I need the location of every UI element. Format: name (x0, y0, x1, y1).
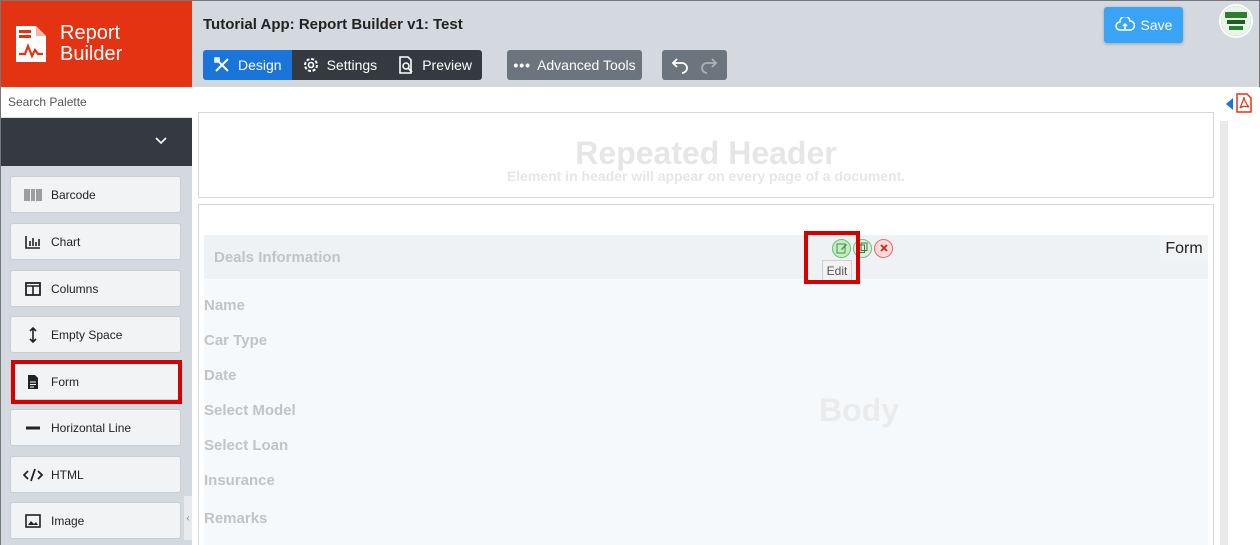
code-icon (22, 468, 44, 482)
palette-item-label: Empty Space (51, 327, 123, 342)
palette-item-label: HTML (51, 467, 84, 482)
palette-item-label: Chart (51, 234, 81, 249)
tab-design-label: Design (238, 57, 282, 73)
barcode-icon (22, 188, 44, 202)
form-element-body[interactable]: Name Car Type Date Select Model Select L… (204, 279, 1208, 545)
design-icon (214, 57, 229, 72)
tab-preview[interactable]: Preview (387, 50, 482, 80)
avatar-image (1221, 6, 1251, 36)
collapse-arrow-icon[interactable] (1226, 98, 1233, 110)
form-field: Date (204, 367, 237, 384)
form-type-tag: Form (1160, 235, 1208, 263)
advanced-tools-label: Advanced Tools (537, 57, 636, 73)
brand-name-line2: Builder (60, 43, 123, 65)
palette-item-label: Barcode (51, 187, 96, 202)
form-field: Insurance (204, 472, 275, 489)
form-field: Select Model (204, 402, 296, 419)
form-field: Select Loan (204, 437, 289, 454)
palette-item-empty-space[interactable]: Empty Space (10, 316, 181, 353)
gear-icon (303, 58, 318, 72)
category-dropdown[interactable] (1, 118, 192, 166)
palette-item-html[interactable]: HTML (10, 456, 181, 493)
tab-design[interactable]: Design (203, 50, 292, 80)
undo-redo-group (662, 50, 727, 80)
tab-settings[interactable]: Settings (291, 50, 388, 80)
palette-item-chart[interactable]: Chart (10, 223, 181, 260)
user-avatar[interactable] (1219, 4, 1253, 38)
mode-tabs: Design Settings Preview (203, 50, 482, 80)
advanced-tools-button[interactable]: ••• Advanced Tools (507, 50, 642, 80)
brand-name-line1: Report (60, 22, 121, 44)
redo-icon[interactable] (699, 56, 719, 74)
palette-item-barcode[interactable]: Barcode (10, 176, 181, 213)
palette-item-label: Image (51, 513, 85, 528)
vertical-arrows-icon (22, 326, 44, 343)
palette-item-image[interactable]: Image (10, 502, 181, 539)
report-logo-icon (16, 26, 46, 62)
undo-icon[interactable] (670, 56, 690, 74)
search-input[interactable] (1, 87, 192, 117)
brand-logo: Report Builder (1, 1, 192, 87)
scrollbar[interactable] (1220, 121, 1228, 545)
save-button[interactable]: Save (1104, 7, 1183, 43)
line-icon (22, 426, 44, 430)
more-dots-icon: ••• (513, 57, 532, 73)
form-element-header[interactable]: Deals Information Form (204, 235, 1208, 279)
palette-list: Barcode Chart Columns Empty Space Form H… (1, 166, 192, 545)
highlight-box-form (11, 360, 182, 404)
report-canvas: Repeated Header Element in header will a… (192, 87, 1218, 545)
form-field: Name (204, 297, 245, 314)
app-title: Tutorial App: Report Builder v1: Test (203, 16, 463, 33)
save-label: Save (1140, 17, 1173, 33)
tab-preview-label: Preview (422, 57, 472, 73)
sidebar-collapse-handle[interactable]: ‹ (184, 496, 192, 540)
form-title: Deals Information (214, 249, 341, 266)
form-field: Remarks (204, 510, 268, 527)
palette-item-label: Horizontal Line (51, 420, 132, 435)
right-rail (1218, 87, 1260, 545)
highlight-box-edit (804, 231, 860, 284)
palette-item-label: Columns (51, 281, 99, 296)
palette-item-columns[interactable]: Columns (10, 270, 181, 307)
chart-icon (22, 235, 44, 249)
tab-settings-label: Settings (326, 57, 378, 73)
body-section[interactable]: Deals Information Form Name Car Type Dat… (198, 204, 1214, 545)
chevron-down-icon (155, 137, 167, 145)
image-icon (22, 513, 44, 528)
header-title: Repeated Header (575, 135, 837, 171)
delete-element-button[interactable] (874, 238, 893, 258)
pdf-icon[interactable] (1236, 93, 1252, 113)
palette-item-horizontal-line[interactable]: Horizontal Line (10, 409, 181, 446)
repeated-header-section[interactable]: Repeated Header Element in header will a… (198, 112, 1214, 198)
columns-icon (22, 281, 44, 296)
form-field: Car Type (204, 332, 268, 349)
top-bar: Tutorial App: Report Builder v1: Test De… (192, 1, 1259, 87)
preview-icon (399, 56, 413, 74)
search-palette (1, 87, 192, 118)
body-watermark: Body (819, 392, 899, 428)
close-icon (879, 244, 888, 252)
cloud-upload-icon (1114, 17, 1135, 31)
header-subtitle: Element in header will appear on every p… (506, 168, 906, 184)
